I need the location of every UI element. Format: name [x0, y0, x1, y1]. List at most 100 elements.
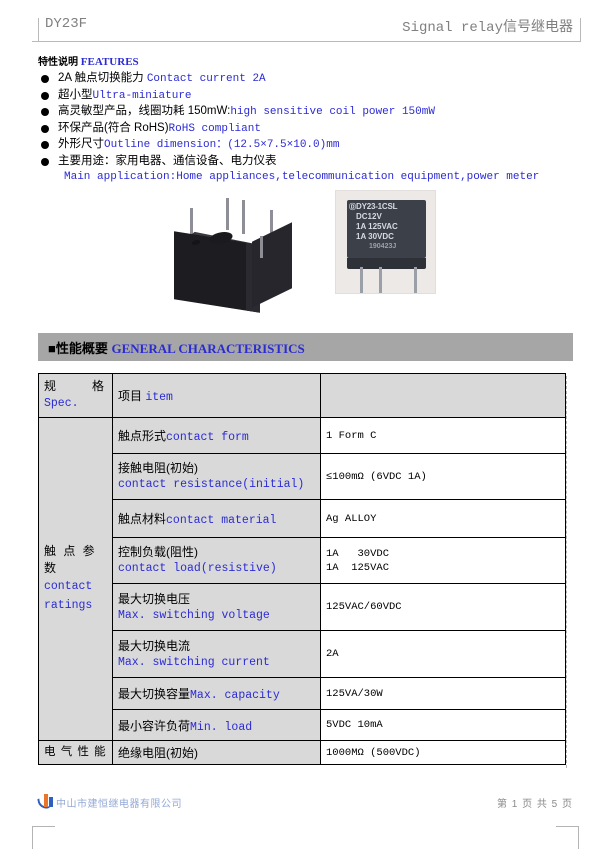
item-label-en: contact material: [166, 514, 277, 527]
group-label-cn: 电 气 性 能: [44, 746, 107, 758]
value-cell: ≤100mΩ (6VDC 1A): [320, 453, 566, 500]
feature-text-en: Contact current 2A: [146, 73, 266, 85]
feature-item: 2A 触点切换能力 Contact current 2A: [38, 71, 583, 88]
banner-heading-en: GENERAL CHARACTERISTICS: [111, 341, 305, 356]
table-row: 触点材料contact material Ag ALLOY: [39, 499, 566, 538]
feature-item: 超小型Ultra-miniature: [38, 88, 583, 105]
feature-item: 外形尺寸Outline dimension：(12.5×7.5×10.0)mm: [38, 137, 583, 154]
feature-text-en: Outline dimension：(12.5×7.5×10.0)mm: [104, 139, 340, 151]
relay-label-model: DY23-1CSL: [356, 202, 398, 211]
table-row: 最大切换容量Max. capacity 125VA/30W: [39, 677, 566, 710]
header-spec-cn: 规 格: [44, 379, 105, 393]
item-cell: 触点材料contact material: [112, 499, 321, 538]
header-cell-item: 项目 item: [112, 373, 321, 418]
feature-text-en: high sensitive coil power 150mW: [230, 106, 435, 118]
relay-isometric-photo: [148, 196, 313, 321]
feature-text-cn: 环保产品(符合 RoHS): [58, 121, 169, 134]
header-cell-value: [320, 373, 566, 418]
banner-heading-cn: 性能概要: [55, 341, 108, 356]
general-characteristics-table: 规 格 Spec. 项目 item 触 点 参 数 contact rating…: [38, 373, 566, 765]
feature-text-en: Ultra-miniature: [92, 89, 192, 102]
banner-label: ■性能概要 GENERAL CHARACTERISTICS: [48, 338, 305, 357]
feature-text-cn: 超小型: [58, 88, 93, 101]
feature-application-line: Main application:Home appliances,telecom…: [64, 171, 540, 183]
relay-side-face: [252, 222, 292, 308]
value-line-1: 1A 30VDC: [326, 547, 390, 560]
table-row: 最大切换电流 Max. switching current 2A: [39, 630, 566, 678]
relay-label-rating-ac: 1A 125VAC: [356, 222, 398, 231]
group-label-en-2: ratings: [44, 599, 93, 612]
group-cell-contact-ratings: 触 点 参 数 contact ratings: [38, 417, 113, 741]
item-label-en: Max. switching current: [118, 655, 270, 669]
feature-text-en: RoHS compliant: [168, 122, 261, 135]
relay-pin: [242, 200, 245, 234]
header-item-en: item: [145, 391, 173, 404]
bullet-icon: [41, 75, 49, 83]
company-logo-icon: [37, 793, 54, 810]
table-row: 电 气 性 能 绝缘电阻(初始) 1000MΩ (500VDC): [38, 740, 566, 765]
bullet-icon: [41, 108, 49, 116]
feature-item: 主要用途：家用电器、通信设备、电力仪表: [38, 154, 583, 170]
group-label-cn: 触 点 参 数: [44, 544, 97, 575]
item-cell: 接触电阻(初始) contact resistance(initial): [112, 453, 321, 500]
feature-item: 高灵敏型产品，线圈功耗 150mW:high sensitive coil po…: [38, 104, 583, 121]
company-name: 中山市建恒继电器有限公司: [56, 799, 182, 810]
header-document-title: Signal relay信号继电器: [402, 16, 573, 36]
features-list: 2A 触点切换能力 Contact current 2A 超小型Ultra-mi…: [38, 71, 583, 169]
relay-pin: [379, 267, 382, 293]
item-label-en: contact resistance(initial): [118, 478, 305, 491]
table-row: 最大切换电压 Max. switching voltage 125VAC/60V…: [39, 583, 566, 631]
feature-text-cn: 外形尺寸: [58, 138, 104, 150]
item-label-cn: 最大切换容量: [118, 687, 191, 701]
value-cell: 5VDC 10mA: [320, 709, 566, 741]
value-cell: Ag ALLOY: [320, 499, 566, 538]
header-rule-bottom: [32, 41, 581, 42]
header-item-cn: 项目: [118, 389, 146, 403]
relay-front-label-photo: Ⓓ DY23-1CSL DC12V 1A 125VAC 1A 30VDC 190…: [335, 190, 436, 294]
item-label-en: Max. capacity: [190, 689, 280, 702]
group-label-en-1: contact: [44, 580, 93, 593]
item-label-cn: 最大切换电压: [118, 591, 191, 606]
item-label-cn: 最大切换电流: [118, 638, 191, 653]
item-label-en: Max. switching voltage: [118, 608, 270, 622]
page-header: DY23F Signal relay信号继电器: [32, 16, 581, 42]
relay-pin: [260, 236, 263, 258]
header-rule-left: [38, 18, 39, 42]
features-heading: 特性说明 FEATURES: [38, 56, 583, 69]
table-header-row: 规 格 Spec. 项目 item: [38, 373, 566, 418]
relay-label-coil: DC12V: [356, 212, 382, 221]
relay-label-rating-dc: 1A 30VDC: [356, 232, 394, 241]
bullet-icon: [41, 157, 49, 166]
item-label-cn: 最小容许负荷: [118, 718, 191, 733]
value-cell: 1 Form C: [320, 417, 566, 454]
page-margin-guide: [566, 376, 567, 768]
item-cell: 触点形式contact form: [112, 417, 321, 454]
features-heading-cn: 特性说明: [38, 57, 78, 68]
brand-mark-icon: Ⓓ: [349, 204, 356, 211]
relay-label-lot-code: 190423J: [369, 243, 397, 250]
item-cell: 最大切换容量Max. capacity: [112, 677, 321, 710]
item-cell: 最大切换电流 Max. switching current: [112, 630, 321, 678]
banner-marker-icon: ■: [48, 341, 56, 356]
item-label-en: Min. load: [190, 720, 253, 734]
item-label-cn: 绝缘电阻(初始): [118, 746, 198, 760]
table-row: 控制负载(阻性) contact load(resistive) 1A 30VD…: [39, 537, 566, 584]
header-model-number: DY23F: [45, 16, 88, 32]
item-cell: 最大切换电压 Max. switching voltage: [112, 583, 321, 631]
group-cell-electrical: 电 气 性 能: [38, 740, 113, 765]
relay-pin: [414, 267, 417, 293]
spec-table-container: 规 格 Spec. 项目 item 触 点 参 数 contact rating…: [38, 373, 566, 765]
feature-text-cn: 2A 触点切换能力: [58, 72, 147, 84]
item-label-cn: 触点材料: [118, 512, 167, 526]
crop-mark-bottom-left: [32, 826, 55, 849]
logo-bar-orange: [44, 794, 48, 807]
value-cell: 125VA/30W: [320, 677, 566, 710]
general-characteristics-banner: ■性能概要 GENERAL CHARACTERISTICS: [38, 333, 573, 361]
feature-item: 环保产品(符合 RoHS)RoHS compliant: [38, 121, 583, 138]
feature-text-cn: 主要用途：家用电器、通信设备、电力仪表: [58, 154, 277, 167]
item-cell: 绝缘电阻(初始): [112, 740, 321, 765]
value-cell: 2A: [320, 630, 566, 678]
logo-bar-blue: [49, 797, 53, 807]
item-cell: 控制负载(阻性) contact load(resistive): [112, 537, 321, 584]
bullet-icon: [41, 141, 49, 149]
